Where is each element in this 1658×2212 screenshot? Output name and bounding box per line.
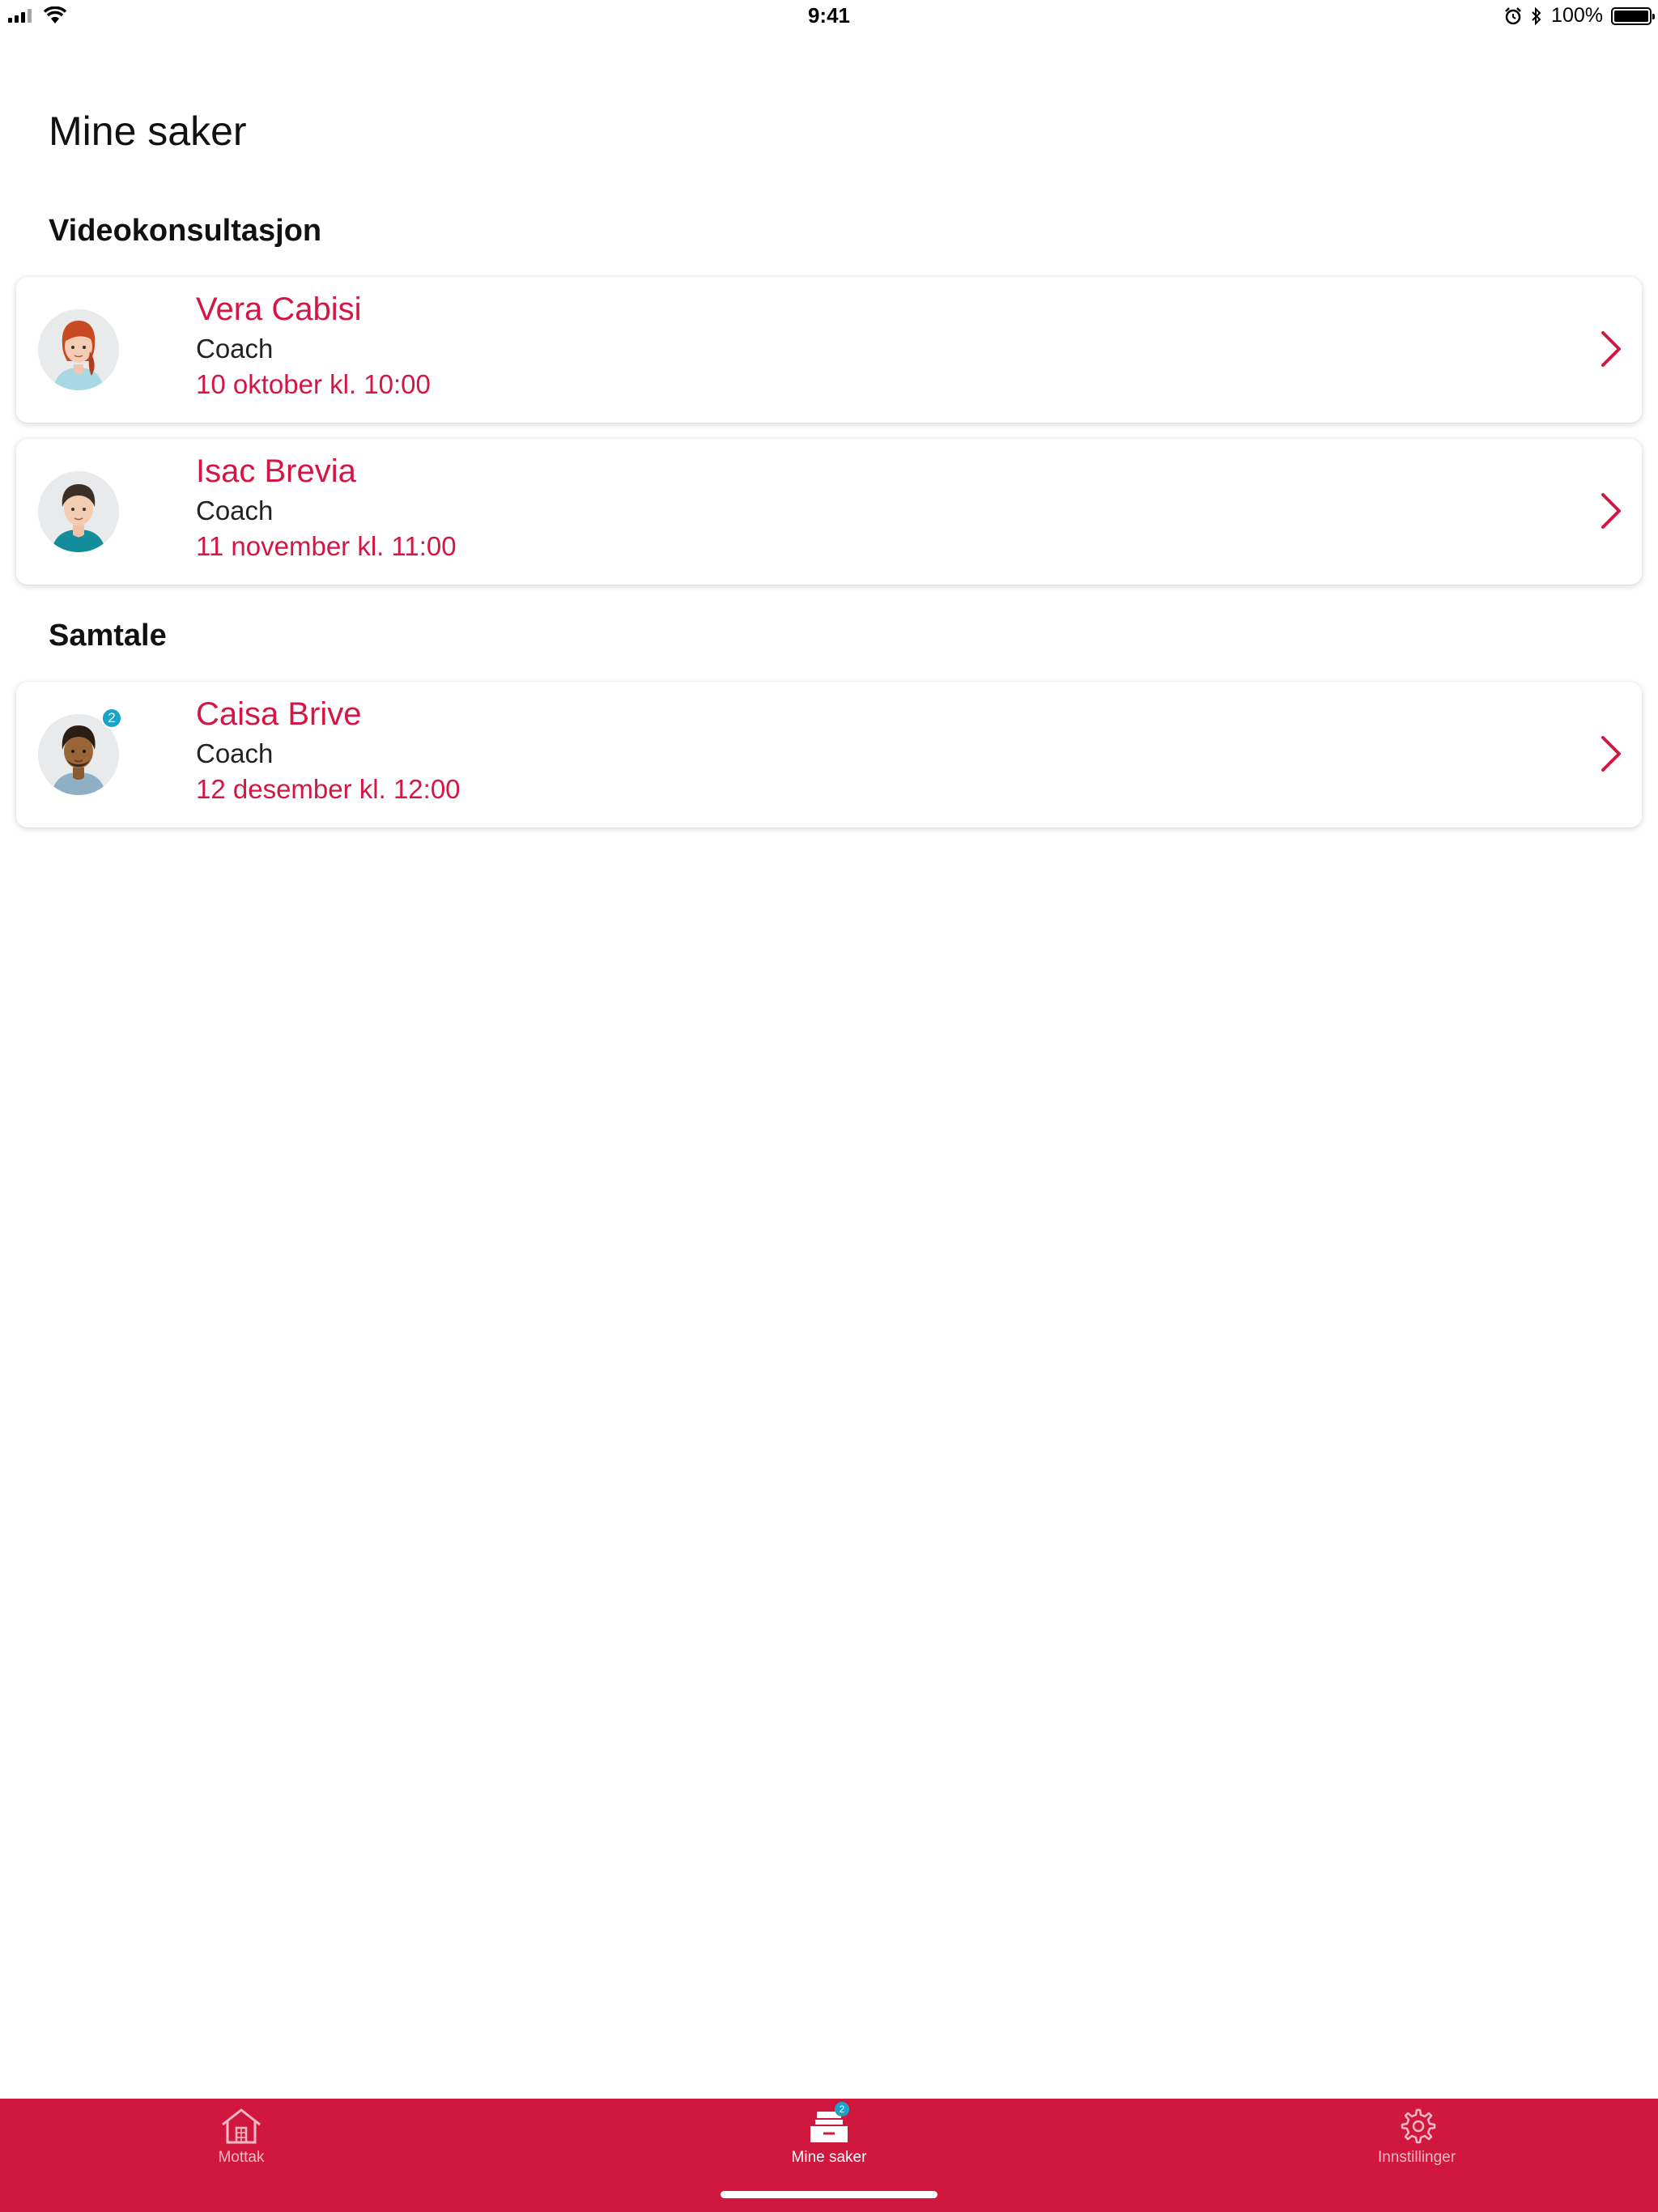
avatar — [38, 309, 119, 390]
tab-mine-saker[interactable]: 2 Mine saker — [732, 2102, 926, 2180]
tab-label: Innstillinger — [1377, 2149, 1456, 2166]
page-title: Mine saker — [49, 108, 247, 154]
home-indicator[interactable] — [721, 2191, 937, 2198]
tab-badge: 2 — [835, 2102, 849, 2116]
bluetooth-icon — [1532, 6, 1541, 25]
battery-icon — [1611, 6, 1655, 25]
case-card[interactable]: Isac Brevia Coach 11 november kl. 11:00 — [16, 439, 1642, 585]
tab-label: Mottak — [218, 2149, 265, 2166]
status-time: 9:41 — [807, 3, 851, 28]
case-card[interactable]: 2 Caisa Brive Coach 12 desember kl. 12:0… — [16, 682, 1642, 827]
contact-name: Isac Brevia — [196, 453, 356, 489]
avatar-male-brownhair-icon — [38, 471, 119, 552]
avatar: 2 — [38, 708, 122, 795]
tab-bar: Mottak 2 Mine saker Innstillinger — [0, 2099, 1658, 2212]
avatar-female-redhair-icon — [38, 309, 119, 390]
contact-name: Caisa Brive — [196, 696, 362, 732]
contact-role: Coach — [196, 496, 274, 525]
contact-name: Vera Cabisi — [196, 291, 362, 327]
house-icon — [222, 2108, 261, 2144]
appointment-date: 11 november kl. 11:00 — [196, 531, 457, 561]
battery-percent: 100% — [1551, 4, 1603, 27]
case-card[interactable]: Vera Cabisi Coach 10 oktober kl. 10:00 — [16, 277, 1642, 423]
chevron-right-icon[interactable] — [1596, 734, 1624, 774]
contact-role: Coach — [196, 738, 274, 768]
appointment-date: 10 oktober kl. 10:00 — [196, 369, 431, 399]
tab-mottak[interactable]: Mottak — [144, 2107, 338, 2180]
section-title-videokonsultasjon: Videokonsultasjon — [49, 214, 322, 248]
section-title-samtale: Samtale — [49, 619, 167, 653]
unread-badge: 2 — [101, 708, 122, 729]
tab-innstillinger[interactable]: Innstillinger — [1320, 2107, 1514, 2180]
appointment-date: 12 desember kl. 12:00 — [196, 774, 461, 804]
screen: 9:41 100% Mine saker Videokonsultasjon V… — [0, 0, 1658, 2212]
gear-icon — [1401, 2108, 1436, 2144]
avatar — [38, 471, 119, 552]
alarm-icon — [1505, 6, 1521, 24]
chevron-right-icon[interactable] — [1596, 491, 1624, 531]
status-bar: 9:41 100% — [0, 0, 1658, 32]
tab-label: Mine saker — [791, 2149, 867, 2166]
contact-role: Coach — [196, 334, 274, 364]
chevron-right-icon[interactable] — [1596, 329, 1624, 369]
